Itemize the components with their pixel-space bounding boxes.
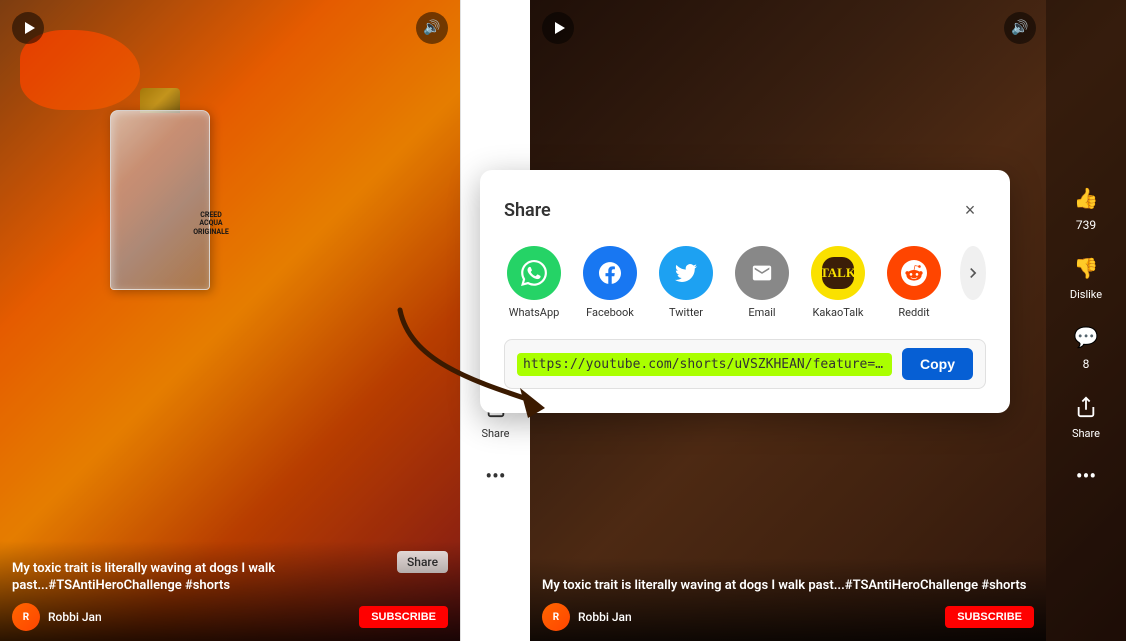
right-share-action[interactable]: Share	[1068, 389, 1104, 440]
right-play-button[interactable]	[542, 12, 574, 44]
share-modal: Share × WhatsApp Facebook	[480, 170, 1010, 413]
platform-email[interactable]: Email	[732, 246, 792, 319]
right-subscribe-button[interactable]: SUBSCRIBE	[945, 606, 1034, 628]
play-button[interactable]	[12, 12, 44, 44]
right-channel-row: R Robbi Jan SUBSCRIBE	[542, 603, 1034, 631]
right-comment-action[interactable]: 💬 8	[1068, 319, 1104, 371]
channel-avatar: R	[12, 603, 40, 631]
right-channel-name: Robbi Jan	[578, 610, 632, 624]
close-button[interactable]: ×	[954, 194, 986, 226]
twitter-label: Twitter	[669, 306, 703, 319]
more-platforms-button[interactable]	[960, 246, 986, 300]
platform-facebook[interactable]: Facebook	[580, 246, 640, 319]
share-label: Share	[481, 427, 509, 440]
platform-reddit[interactable]: Reddit	[884, 246, 944, 319]
right-video-bottom-info: My toxic trait is literally waving at do…	[530, 558, 1046, 641]
channel-name: Robbi Jan	[48, 610, 102, 624]
whatsapp-icon	[507, 246, 561, 300]
right-volume-button[interactable]: 🔊	[1004, 12, 1036, 44]
video-title: My toxic trait is literally waving at do…	[12, 561, 448, 595]
right-panel-sidebar: 👍 739 👎 Dislike 💬 8 Share •••	[1046, 0, 1126, 641]
right-like-count: 739	[1076, 218, 1096, 232]
right-video-controls-top: 🔊	[542, 12, 1036, 44]
modal-title: Share	[504, 200, 551, 221]
video-bottom-info: My toxic trait is literally waving at do…	[0, 541, 460, 641]
right-share-icon	[1068, 389, 1104, 425]
right-dislike-icon: 👎	[1068, 250, 1104, 286]
right-channel-avatar: R	[542, 603, 570, 631]
facebook-icon	[583, 246, 637, 300]
channel-row: R Robbi Jan SUBSCRIBE	[12, 603, 448, 631]
reddit-label: Reddit	[898, 306, 929, 319]
modal-header: Share ×	[504, 194, 986, 226]
reddit-icon	[887, 246, 941, 300]
kakaotalk-icon: TALK	[811, 246, 865, 300]
right-play-icon	[555, 22, 565, 34]
right-like-icon: 👍	[1068, 180, 1104, 216]
platform-kakaotalk[interactable]: TALK KakaoTalk	[808, 246, 868, 319]
more-action[interactable]: •••	[478, 458, 514, 494]
url-row: https://youtube.com/shorts/uVSZKHEAN/fea…	[504, 339, 986, 389]
volume-icon: 🔊	[423, 20, 440, 36]
share-platforms: WhatsApp Facebook Twitter	[504, 246, 986, 319]
volume-button[interactable]: 🔊	[416, 12, 448, 44]
twitter-icon	[659, 246, 713, 300]
more-icon: •••	[478, 458, 514, 494]
right-more-icon: •••	[1068, 458, 1104, 494]
right-dislike-action[interactable]: 👎 Dislike	[1068, 250, 1104, 301]
video-controls-top: 🔊	[12, 12, 448, 44]
whatsapp-label: WhatsApp	[509, 306, 560, 319]
email-icon	[735, 246, 789, 300]
url-text[interactable]: https://youtube.com/shorts/uVSZKHEAN/fea…	[517, 353, 892, 376]
subscribe-button[interactable]: SUBSCRIBE	[359, 606, 448, 628]
play-icon	[25, 22, 35, 34]
facebook-label: Facebook	[586, 306, 634, 319]
right-comment-icon: 💬	[1068, 319, 1104, 355]
left-video-panel: CREEDACQUAORIGINALE 🔊 Share My toxic tra…	[0, 0, 460, 641]
right-comment-count: 8	[1083, 357, 1090, 371]
right-share-label: Share	[1072, 427, 1100, 440]
email-label: Email	[748, 306, 775, 319]
right-more-action[interactable]: •••	[1068, 458, 1104, 494]
right-dislike-label: Dislike	[1070, 288, 1102, 301]
platform-twitter[interactable]: Twitter	[656, 246, 716, 319]
copy-button[interactable]: Copy	[902, 348, 973, 380]
kakaotalk-label: KakaoTalk	[813, 306, 864, 319]
platform-whatsapp[interactable]: WhatsApp	[504, 246, 564, 319]
right-video-title: My toxic trait is literally waving at do…	[542, 578, 1034, 595]
right-like-action[interactable]: 👍 739	[1068, 180, 1104, 232]
